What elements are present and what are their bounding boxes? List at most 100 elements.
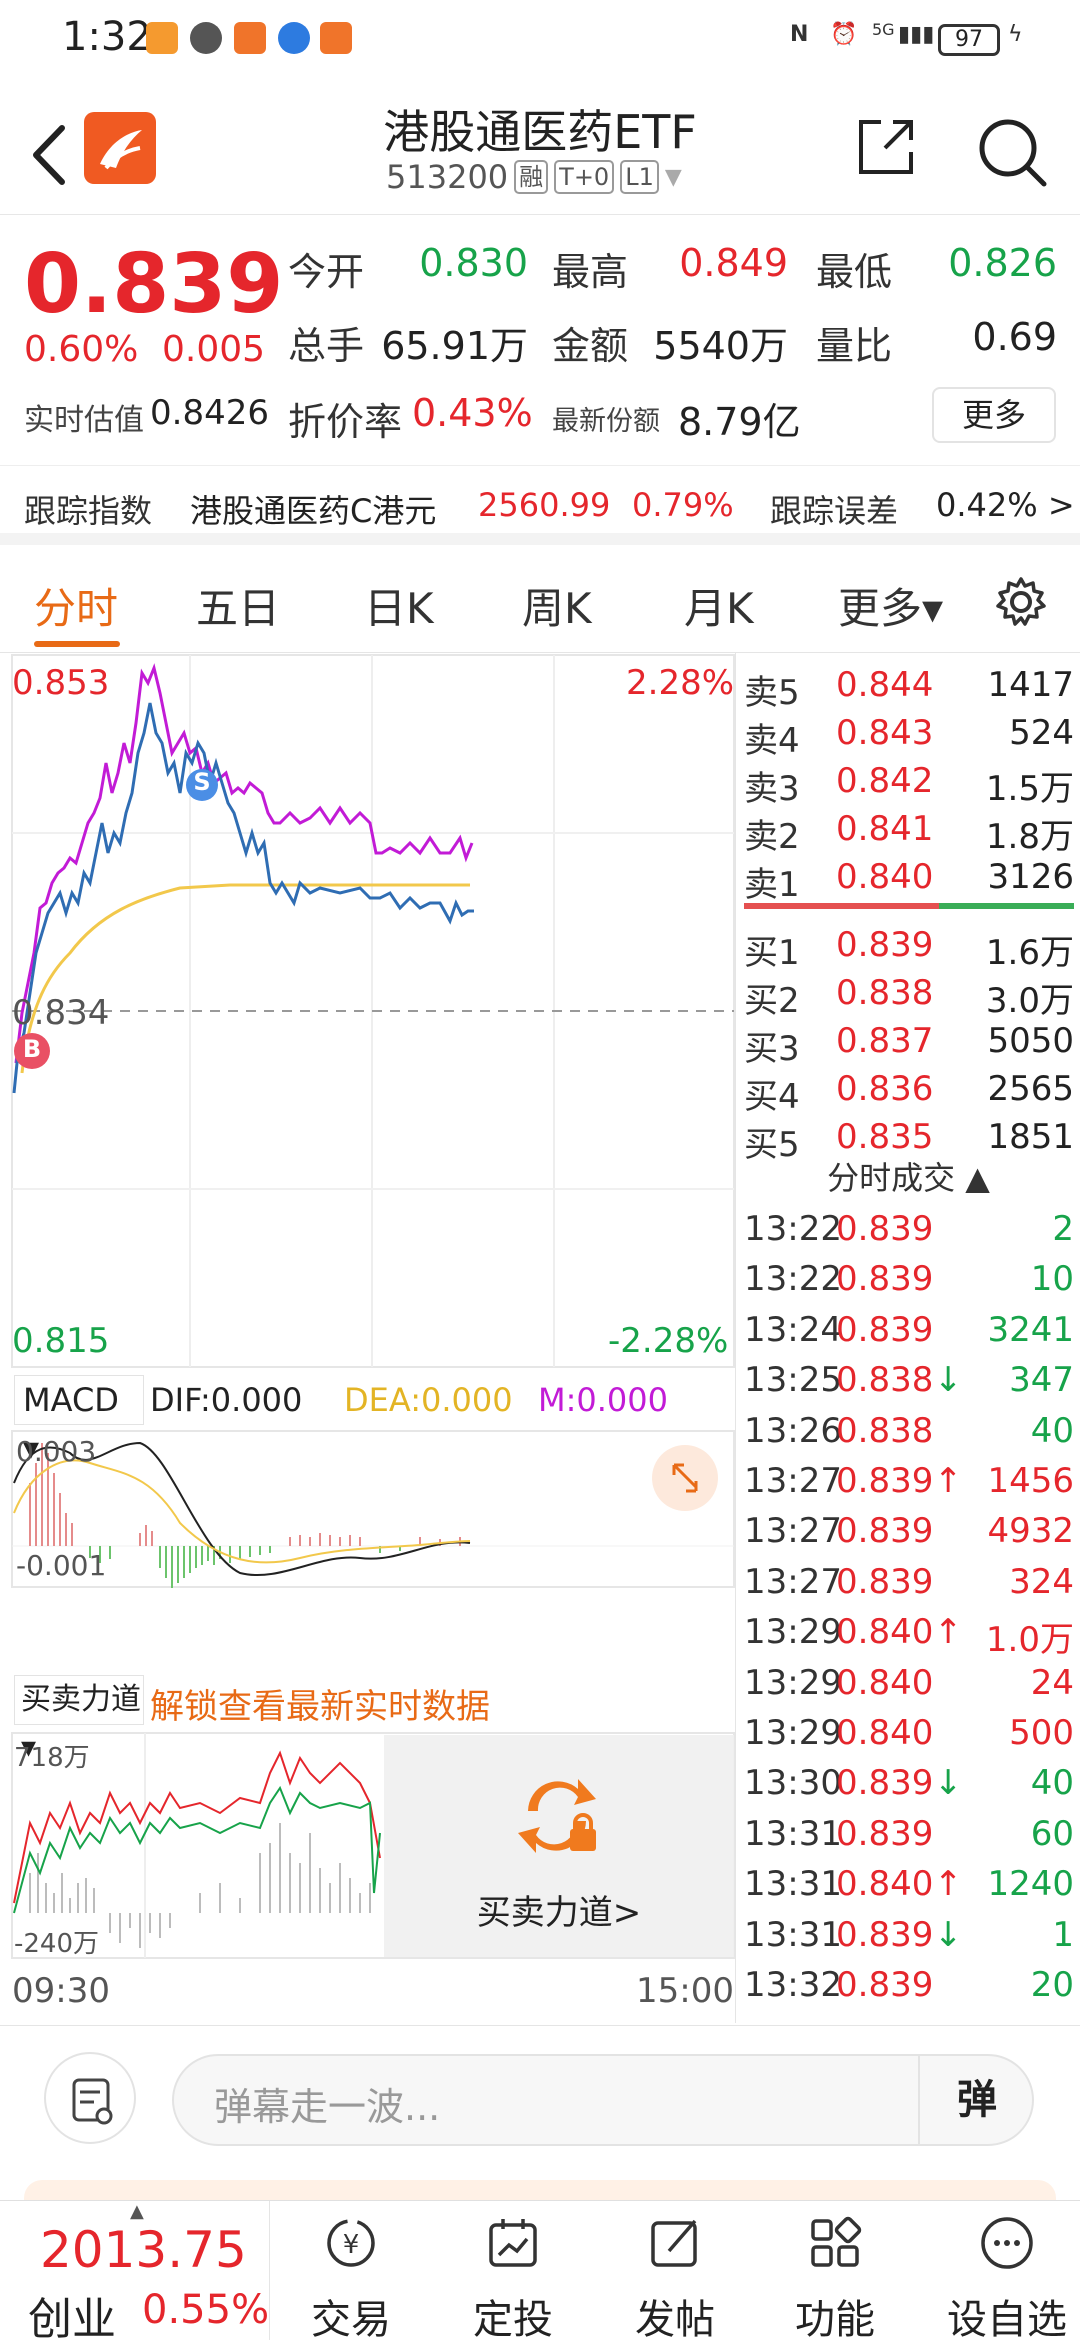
macd-m: M:0.000 xyxy=(538,1381,668,1419)
bid-level-label: 买3 xyxy=(744,1029,800,1069)
trade-price: 0.839 xyxy=(836,1965,934,2005)
tag-l1: L1 xyxy=(620,160,659,194)
force-locked-overlay[interactable]: 买卖力道> xyxy=(384,1735,734,1957)
tab-functions[interactable]: 功能 xyxy=(780,2201,890,2340)
trade-price: 0.839 xyxy=(836,1209,934,1249)
force-axis-bottom: -240万 xyxy=(14,1929,100,1959)
ask-level-row[interactable]: 卖3 0.842 1.5万 xyxy=(744,757,1074,809)
force-overlay-label: 买卖力道> xyxy=(476,1893,642,1933)
trade-volume: 1240 xyxy=(987,1864,1074,1905)
indicator-selector-force[interactable]: 买卖力道 ▾ xyxy=(14,1675,144,1765)
high-label: 最高 xyxy=(552,250,629,294)
search-icon[interactable] xyxy=(976,116,1048,188)
trade-time: 13:29 xyxy=(744,1612,842,1653)
tab-daily-k[interactable]: 日K xyxy=(364,575,434,636)
trade-volume: 324 xyxy=(1009,1561,1074,1602)
app-notification-icon xyxy=(146,22,178,54)
trade-time: 13:22 xyxy=(744,1209,842,1249)
tracking-label: 跟踪指数 xyxy=(24,492,153,530)
trade-row: 13:31 0.839 60 xyxy=(744,1810,1074,1858)
expand-chart-button[interactable] xyxy=(652,1445,718,1511)
tab-monthly-k[interactable]: 月K xyxy=(684,575,754,636)
document-settings-icon xyxy=(72,2078,113,2125)
bid-volume: 1.6万 xyxy=(985,933,1074,973)
trade-time: 13:22 xyxy=(744,1259,842,1300)
bottom-tab-bar: ▲ 2013.75 创业 0.55% ¥ 交易 定投 发帖 功能 设自选 xyxy=(0,2200,1080,2340)
index-value: 2013.75 xyxy=(40,2221,247,2279)
tracking-index-bar[interactable]: 跟踪指数 港股通医药C港元 2560.99 0.79% 跟踪误差 0.42% > xyxy=(0,465,1080,545)
trade-volume: 347 xyxy=(1009,1360,1074,1401)
macd-dif: DIF:0.000 xyxy=(150,1381,303,1419)
tab-invest-plan[interactable]: 定投 xyxy=(458,2201,568,2340)
share-icon[interactable] xyxy=(855,116,917,178)
bid-level-row[interactable]: 买3 0.837 5050 xyxy=(744,1017,1074,1069)
index-ticker[interactable]: ▲ 2013.75 创业 0.55% xyxy=(0,2201,270,2340)
tab-weekly-k[interactable]: 周K xyxy=(522,575,592,636)
trade-volume: 1 xyxy=(1052,1914,1074,1955)
trade-price: 0.838 xyxy=(836,1360,934,1401)
low-label: 最低 xyxy=(816,250,893,294)
tab-intraday[interactable]: 分时 xyxy=(34,575,118,636)
trades-title[interactable]: 分时成交 ▲ xyxy=(736,1153,1080,1199)
bid-price: 0.836 xyxy=(836,1069,934,1109)
trade-time: 13:25 xyxy=(744,1360,842,1401)
tab-add-watchlist[interactable]: 设自选 xyxy=(942,2201,1072,2340)
browser-icon xyxy=(278,22,310,54)
trade-row: 13:26 0.838 40 xyxy=(744,1407,1074,1455)
page-title: 港股通医药ETF xyxy=(383,105,697,159)
danmaku-input[interactable]: 弹幕走一波... 弹 xyxy=(172,2054,1034,2146)
volume-value: 65.91万 xyxy=(381,324,528,368)
volume-label: 总手 xyxy=(288,324,365,368)
trade-time: 13:26 xyxy=(744,1410,842,1451)
tab-post[interactable]: 发帖 xyxy=(620,2201,730,2340)
index-name: 创业 xyxy=(28,2294,116,2340)
charging-icon: ϟ xyxy=(1008,22,1023,47)
ask-level-row[interactable]: 卖5 0.844 1417 xyxy=(744,661,1074,713)
ask-level-row[interactable]: 卖4 0.843 524 xyxy=(744,709,1074,761)
settings-gear-icon[interactable] xyxy=(994,575,1048,629)
more-button[interactable]: 更多 xyxy=(932,387,1056,443)
trade-volume: 500 xyxy=(1009,1713,1074,1753)
trade-row: 13:29 0.840 ↑ 1.0万 xyxy=(744,1608,1074,1660)
trade-price: 0.839 xyxy=(836,1259,934,1300)
tab-more[interactable]: 更多▾ xyxy=(838,575,943,636)
dropdown-icon[interactable]: ▼ xyxy=(665,165,682,190)
change-percent: 0.60% xyxy=(24,329,139,370)
bid-level-row[interactable]: 买4 0.836 2565 xyxy=(744,1065,1074,1117)
intraday-chart-area[interactable]: 0.853 2.28% 0.834 0.815 -2.28% S B MACD … xyxy=(0,653,735,2023)
change-value: 0.005 xyxy=(162,329,266,370)
trade-price: 0.838 xyxy=(836,1410,934,1451)
unlock-data-link[interactable]: 解锁查看最新实时数据 xyxy=(150,1679,490,1728)
bid-level-row[interactable]: 买2 0.838 3.0万 xyxy=(744,969,1074,1021)
trade-price: 0.839 xyxy=(836,1561,934,1602)
volume-ratio-label: 量比 xyxy=(816,324,893,368)
trade-volume: 20 xyxy=(1030,1965,1074,2005)
trade-volume: 40 xyxy=(1030,1410,1074,1451)
trade-row: 13:24 0.839 3241 xyxy=(744,1306,1074,1354)
indicator-selector-macd[interactable]: MACD ▾ xyxy=(14,1375,144,1467)
ask-level-row[interactable]: 卖2 0.841 1.8万 xyxy=(744,805,1074,857)
bid-level-row[interactable]: 买1 0.839 1.6万 xyxy=(744,921,1074,973)
trade-volume: 3241 xyxy=(987,1309,1074,1350)
danmaku-toggle-button[interactable]: 弹 xyxy=(918,2054,1034,2146)
ask-level-row[interactable]: 卖1 0.840 3126 xyxy=(744,853,1074,905)
app-notification-icon xyxy=(320,22,352,54)
pct-axis-top: 2.28% xyxy=(626,663,735,703)
tab-five-day[interactable]: 五日 xyxy=(196,575,280,636)
chart-tabs: 分时 五日 日K 周K 月K 更多▾ xyxy=(0,545,1080,653)
danmaku-bar: 弹幕走一波... 弹 xyxy=(0,2025,1080,2175)
app-notification-icon xyxy=(234,22,266,54)
tab-trade[interactable]: ¥ 交易 xyxy=(296,2201,406,2340)
danmaku-settings-button[interactable] xyxy=(44,2052,136,2144)
premium-label: 折价率 xyxy=(288,400,403,444)
edit-post-icon xyxy=(651,2219,697,2267)
tracking-error-value: 0.42% > xyxy=(936,486,1075,524)
bid-volume: 1851 xyxy=(987,1117,1074,1157)
price-axis-top: 0.853 xyxy=(12,663,110,703)
ask-volume: 1.8万 xyxy=(985,817,1074,857)
trade-direction-icon: ↑ xyxy=(934,1864,963,1905)
open-value: 0.830 xyxy=(419,241,528,285)
more-dots-icon xyxy=(981,2217,1033,2269)
macd-dea: DEA:0.000 xyxy=(344,1381,513,1419)
trade-direction-icon: ↑ xyxy=(934,1461,963,1501)
